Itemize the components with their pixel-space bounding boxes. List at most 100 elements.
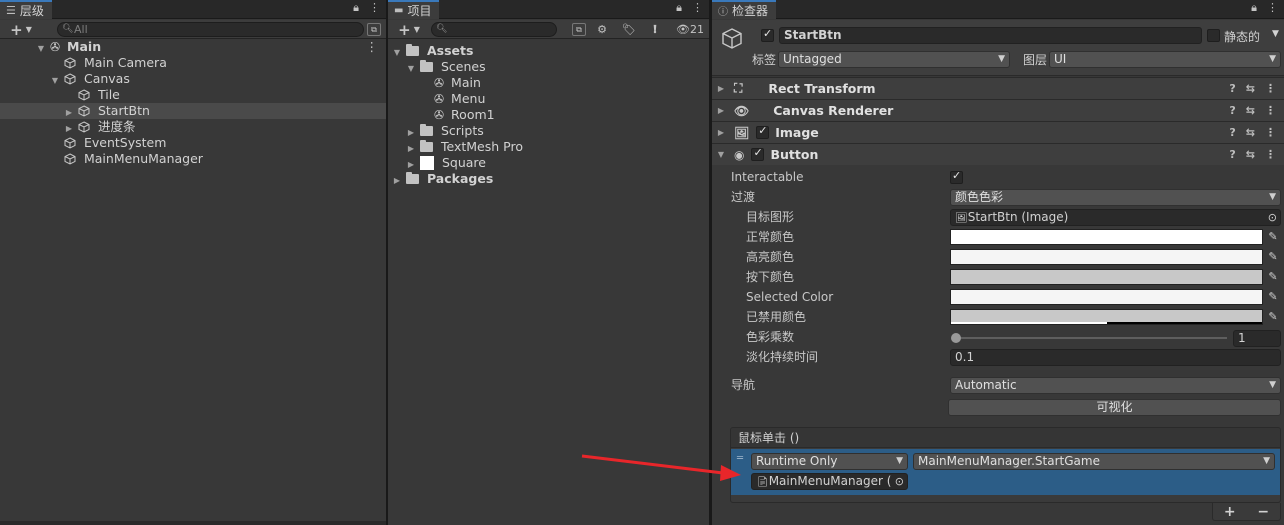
preset-icon[interactable]: ⇆ bbox=[1246, 126, 1255, 139]
tree-row-scene-main[interactable]: ✇ Main bbox=[388, 75, 709, 91]
navigation-dropdown[interactable]: Automatic ▼ bbox=[950, 377, 1281, 394]
help-icon[interactable]: ? bbox=[1229, 82, 1235, 95]
eyedropper-icon[interactable]: ✎ bbox=[1265, 289, 1281, 305]
project-tab-controls: 🔒︎ ⋮ bbox=[676, 1, 703, 15]
hidden-packages-toggle[interactable]: 👁︎ 21 bbox=[672, 22, 708, 37]
object-name-field[interactable]: StartBtn bbox=[779, 27, 1202, 44]
tree-row-scene-menu[interactable]: ✇ Menu bbox=[388, 91, 709, 107]
tree-row-startbtn[interactable]: ▶ StartBtn bbox=[0, 103, 386, 119]
component-image[interactable]: ▶ 🖼︎ Image ? ⇆ ⋮ bbox=[712, 121, 1284, 143]
collapse-arrow-icon[interactable]: ▶ bbox=[716, 128, 726, 137]
scene-menu-icon[interactable]: ⋮ bbox=[366, 39, 379, 55]
target-graphic-field[interactable]: 🖼︎StartBtn (Image) ⊙ bbox=[950, 209, 1281, 226]
interactable-checkbox[interactable] bbox=[950, 169, 963, 184]
project-search-input[interactable]: 🔍︎ bbox=[431, 22, 557, 37]
expand-arrow-icon[interactable]: ▼ bbox=[716, 150, 726, 159]
tree-row-main-camera[interactable]: Main Camera bbox=[0, 55, 386, 71]
more-menu-icon[interactable]: ⋮ bbox=[1265, 82, 1276, 95]
component-rect-transform[interactable]: ▶ ⛶ Rect Transform ? ⇆ ⋮ bbox=[712, 77, 1284, 99]
eyedropper-icon[interactable]: ✎ bbox=[1265, 249, 1281, 265]
component-button[interactable]: ▼ ◉ Button ? ⇆ ⋮ bbox=[712, 143, 1284, 165]
help-icon[interactable]: ? bbox=[1229, 126, 1235, 139]
tab-project[interactable]: ▬ 项目 bbox=[388, 0, 440, 19]
object-picker-icon[interactable]: ⊙ bbox=[895, 474, 904, 489]
tab-inspector[interactable]: ⓘ 检查器 bbox=[712, 0, 777, 19]
search-options-icon[interactable]: ⧉ bbox=[367, 23, 381, 36]
object-picker-icon[interactable]: ⊙ bbox=[1268, 210, 1277, 225]
more-menu-icon[interactable]: ⋮ bbox=[1265, 126, 1276, 139]
target-object-field[interactable]: 📄︎MainMenuManager ( ⊙ bbox=[751, 473, 908, 490]
add-event-button[interactable]: + bbox=[1224, 504, 1236, 520]
active-checkbox[interactable] bbox=[761, 27, 774, 42]
tree-row-mainmenumanager[interactable]: MainMenuManager bbox=[0, 151, 386, 167]
hierarchy-bottom-scrollbar[interactable] bbox=[0, 521, 386, 525]
help-icon[interactable]: ? bbox=[1229, 104, 1235, 117]
tree-row-packages[interactable]: ▶ Packages bbox=[388, 171, 709, 187]
tree-row-canvas[interactable]: ▼ Canvas bbox=[0, 71, 386, 87]
tree-row-scenes[interactable]: ▼ Scenes bbox=[388, 59, 709, 75]
tree-row-main-scene[interactable]: ▼ ✇ Main ⋮ bbox=[0, 39, 386, 55]
tree-row-square[interactable]: ▶ Square bbox=[388, 155, 709, 171]
layer-dropdown[interactable]: UI ▼ bbox=[1049, 51, 1281, 68]
drag-handle-icon[interactable]: ═ bbox=[737, 453, 743, 464]
filter-by-label-icon[interactable]: 🏷︎ bbox=[621, 22, 637, 37]
more-menu-icon[interactable]: ⋮ bbox=[1265, 148, 1276, 161]
tree-row-eventsystem[interactable]: EventSystem bbox=[0, 135, 386, 151]
highlighted-color-swatch[interactable] bbox=[950, 249, 1263, 265]
visualize-button[interactable]: 可视化 bbox=[948, 399, 1281, 416]
tree-label: TextMesh Pro bbox=[440, 139, 523, 154]
slider-knob[interactable] bbox=[951, 333, 961, 343]
eyedropper-icon[interactable]: ✎ bbox=[1265, 269, 1281, 285]
fade-duration-field[interactable]: 0.1 bbox=[950, 349, 1281, 366]
tree-row-textmesh-pro[interactable]: ▶ TextMesh Pro bbox=[388, 139, 709, 155]
lock-icon[interactable]: 🔒︎ bbox=[676, 1, 682, 15]
hierarchy-search-input[interactable]: 🔍︎ All bbox=[57, 22, 364, 37]
help-icon[interactable]: ? bbox=[1229, 148, 1235, 161]
preset-icon[interactable]: ⇆ bbox=[1246, 82, 1255, 95]
static-dropdown-icon[interactable]: ▼ bbox=[1272, 29, 1279, 39]
pressed-color-swatch[interactable] bbox=[950, 269, 1263, 285]
normal-color-swatch[interactable] bbox=[950, 229, 1263, 245]
preset-icon[interactable]: ⇆ bbox=[1246, 104, 1255, 117]
lock-icon[interactable]: 🔒︎ bbox=[1251, 1, 1257, 15]
tree-row-progress-bar[interactable]: ▶ 进度条 bbox=[0, 119, 386, 135]
preset-icon[interactable]: ⇆ bbox=[1246, 148, 1255, 161]
component-canvas-renderer[interactable]: ▶ 👁︎ Canvas Renderer ? ⇆ ⋮ bbox=[712, 99, 1284, 121]
enabled-checkbox[interactable] bbox=[756, 124, 770, 139]
eyedropper-icon[interactable]: ✎ bbox=[1265, 309, 1281, 325]
function-dropdown[interactable]: MainMenuManager.StartGame ▼ bbox=[913, 453, 1275, 470]
more-menu-icon[interactable]: ⋮ bbox=[369, 1, 380, 15]
unity-scene-icon: ✇ bbox=[434, 92, 445, 106]
tree-row-assets[interactable]: ▼ Assets bbox=[388, 43, 709, 59]
dropdown-arrow-icon: ▼ bbox=[896, 456, 903, 466]
console-warnings-icon[interactable]: ❗︎ bbox=[647, 22, 663, 37]
search-options-icon[interactable]: ⧉ bbox=[572, 23, 586, 36]
color-multiplier-slider[interactable] bbox=[951, 333, 1227, 343]
onclick-entry-row[interactable]: ═ Runtime Only ▼ MainMenuManager.StartGam… bbox=[731, 449, 1280, 495]
more-menu-icon[interactable]: ⋮ bbox=[692, 1, 703, 15]
collapse-arrow-icon[interactable]: ▶ bbox=[392, 173, 402, 189]
tree-row-scripts[interactable]: ▶ Scripts bbox=[388, 123, 709, 139]
create-asset-button[interactable]: + ▼ bbox=[394, 21, 424, 39]
collapse-arrow-icon[interactable]: ▶ bbox=[716, 106, 726, 115]
more-menu-icon[interactable]: ⋮ bbox=[1267, 1, 1278, 15]
tree-row-tile[interactable]: Tile bbox=[0, 87, 386, 103]
lock-icon[interactable]: 🔒︎ bbox=[353, 1, 359, 15]
eyedropper-icon[interactable]: ✎ bbox=[1265, 229, 1281, 245]
tag-dropdown[interactable]: Untagged ▼ bbox=[778, 51, 1010, 68]
filter-by-type-icon[interactable]: ⚙︎ bbox=[594, 22, 610, 37]
color-multiplier-field[interactable]: 1 bbox=[1233, 330, 1281, 347]
more-menu-icon[interactable]: ⋮ bbox=[1265, 104, 1276, 117]
selected-color-swatch[interactable] bbox=[950, 289, 1263, 305]
transition-dropdown[interactable]: 颜色色彩 ▼ bbox=[950, 189, 1281, 206]
tree-row-scene-room1[interactable]: ✇ Room1 bbox=[388, 107, 709, 123]
enabled-checkbox[interactable] bbox=[751, 146, 765, 161]
tab-hierarchy[interactable]: ☰ 层级 bbox=[0, 0, 52, 19]
disabled-color-swatch[interactable] bbox=[950, 309, 1263, 325]
collapse-arrow-icon[interactable]: ▶ bbox=[716, 84, 726, 93]
runtime-dropdown[interactable]: Runtime Only ▼ bbox=[751, 453, 908, 470]
add-object-button[interactable]: + ▼ bbox=[6, 21, 36, 39]
static-checkbox[interactable] bbox=[1207, 29, 1220, 42]
remove-event-button[interactable]: − bbox=[1257, 504, 1269, 520]
component-name: Image bbox=[775, 125, 819, 140]
